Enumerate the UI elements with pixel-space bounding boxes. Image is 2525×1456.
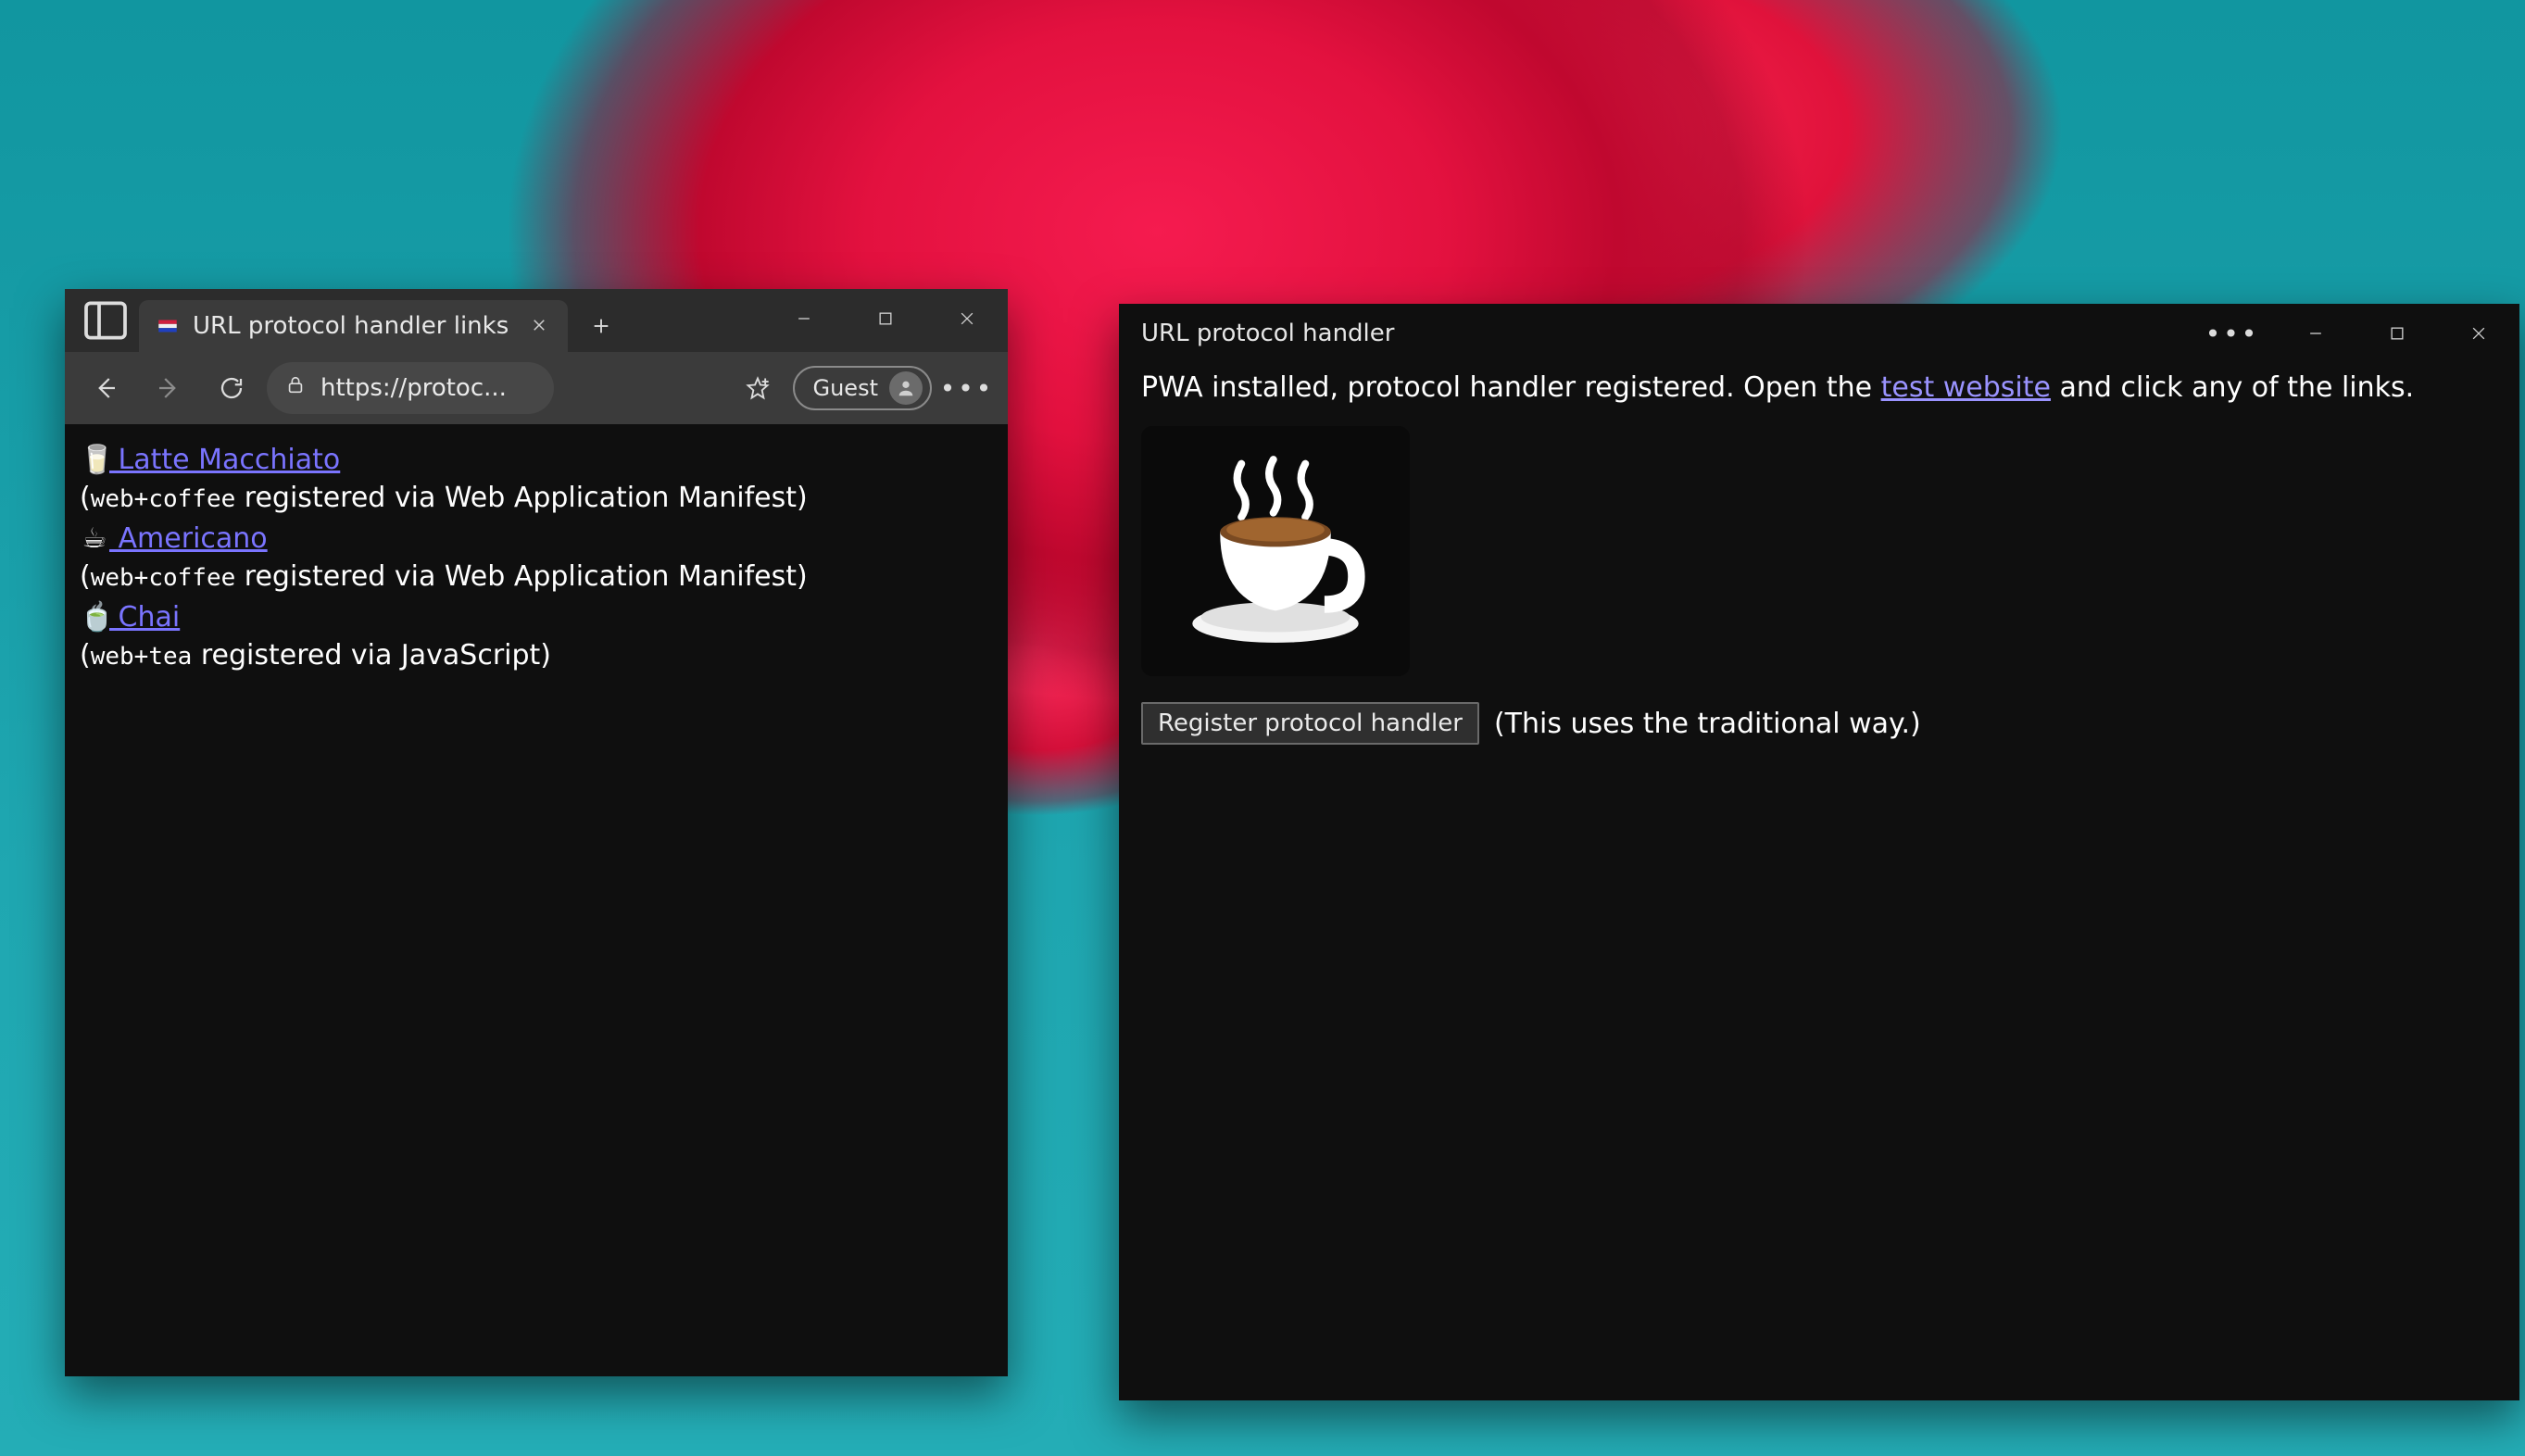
pwa-title: URL protocol handler	[1141, 320, 1394, 347]
drink-icon: ☕	[80, 518, 109, 560]
refresh-button[interactable]	[204, 360, 259, 416]
latte-link[interactable]: Latte Macchiato	[109, 444, 340, 476]
registration-line: (web+tea registered via JavaScript)	[80, 639, 993, 672]
tab-title: URL protocol handler links	[193, 312, 509, 340]
address-bar[interactable]: https://protoc...	[267, 362, 554, 414]
tab-favicon-icon	[156, 314, 180, 338]
browser-window: URL protocol handler links	[65, 289, 1008, 1376]
close-button[interactable]	[2438, 304, 2519, 363]
americano-link[interactable]: Americano	[109, 522, 268, 555]
protocol-code: web+tea	[91, 643, 193, 671]
register-note: (This uses the traditional way.)	[1494, 708, 1921, 740]
list-item: ☕ Americano	[80, 518, 993, 560]
window-controls	[2275, 304, 2519, 363]
window-controls	[763, 289, 1008, 348]
vertical-tabs-button[interactable]	[80, 295, 132, 346]
forward-button[interactable]	[141, 360, 196, 416]
maximize-button[interactable]	[2356, 304, 2438, 363]
new-tab-button[interactable]	[575, 300, 627, 352]
avatar-icon	[889, 371, 923, 405]
tab-close-icon[interactable]	[531, 312, 547, 340]
protocol-code: web+coffee	[91, 564, 236, 592]
browser-tab[interactable]: URL protocol handler links	[139, 300, 568, 352]
profile-button[interactable]: Guest	[793, 366, 933, 410]
list-item: 🥛 Latte Macchiato	[80, 439, 993, 482]
drink-icon: 🍵	[80, 596, 109, 639]
register-row: Register protocol handler (This uses the…	[1141, 702, 2497, 745]
minimize-button[interactable]	[2275, 304, 2356, 363]
address-text: https://protoc...	[320, 374, 507, 402]
back-button[interactable]	[78, 360, 133, 416]
favorites-button[interactable]	[730, 360, 785, 416]
protocol-code: web+coffee	[91, 485, 236, 513]
drink-icon: 🥛	[80, 439, 109, 482]
desktop-background: URL protocol handler links	[0, 0, 2525, 1456]
profile-label: Guest	[813, 375, 879, 401]
coffee-cup-image	[1141, 426, 1410, 676]
page-content: 🥛 Latte Macchiato (web+coffee registered…	[65, 424, 1008, 1376]
intro-text: PWA installed, protocol handler register…	[1141, 369, 2497, 408]
pwa-titlebar[interactable]: URL protocol handler •••	[1119, 304, 2519, 363]
browser-toolbar: https://protoc... Guest •••	[65, 352, 1008, 424]
chai-link[interactable]: Chai	[109, 601, 180, 634]
app-menu-button[interactable]: •••	[2205, 304, 2260, 363]
list-item: 🍵 Chai	[80, 596, 993, 639]
lock-icon	[285, 374, 306, 402]
registration-line: (web+coffee registered via Web Applicati…	[80, 482, 993, 514]
test-website-link[interactable]: test website	[1881, 371, 2051, 404]
pwa-window: URL protocol handler ••• PWA installed, …	[1119, 304, 2519, 1400]
more-button[interactable]: •••	[939, 360, 995, 416]
close-button[interactable]	[926, 289, 1008, 348]
minimize-button[interactable]	[763, 289, 845, 348]
maximize-button[interactable]	[845, 289, 926, 348]
browser-titlebar[interactable]: URL protocol handler links	[65, 289, 1008, 352]
register-handler-button[interactable]: Register protocol handler	[1141, 702, 1479, 745]
registration-line: (web+coffee registered via Web Applicati…	[80, 560, 993, 593]
pwa-content: PWA installed, protocol handler register…	[1119, 363, 2519, 1400]
tab-strip: URL protocol handler links	[65, 289, 627, 352]
